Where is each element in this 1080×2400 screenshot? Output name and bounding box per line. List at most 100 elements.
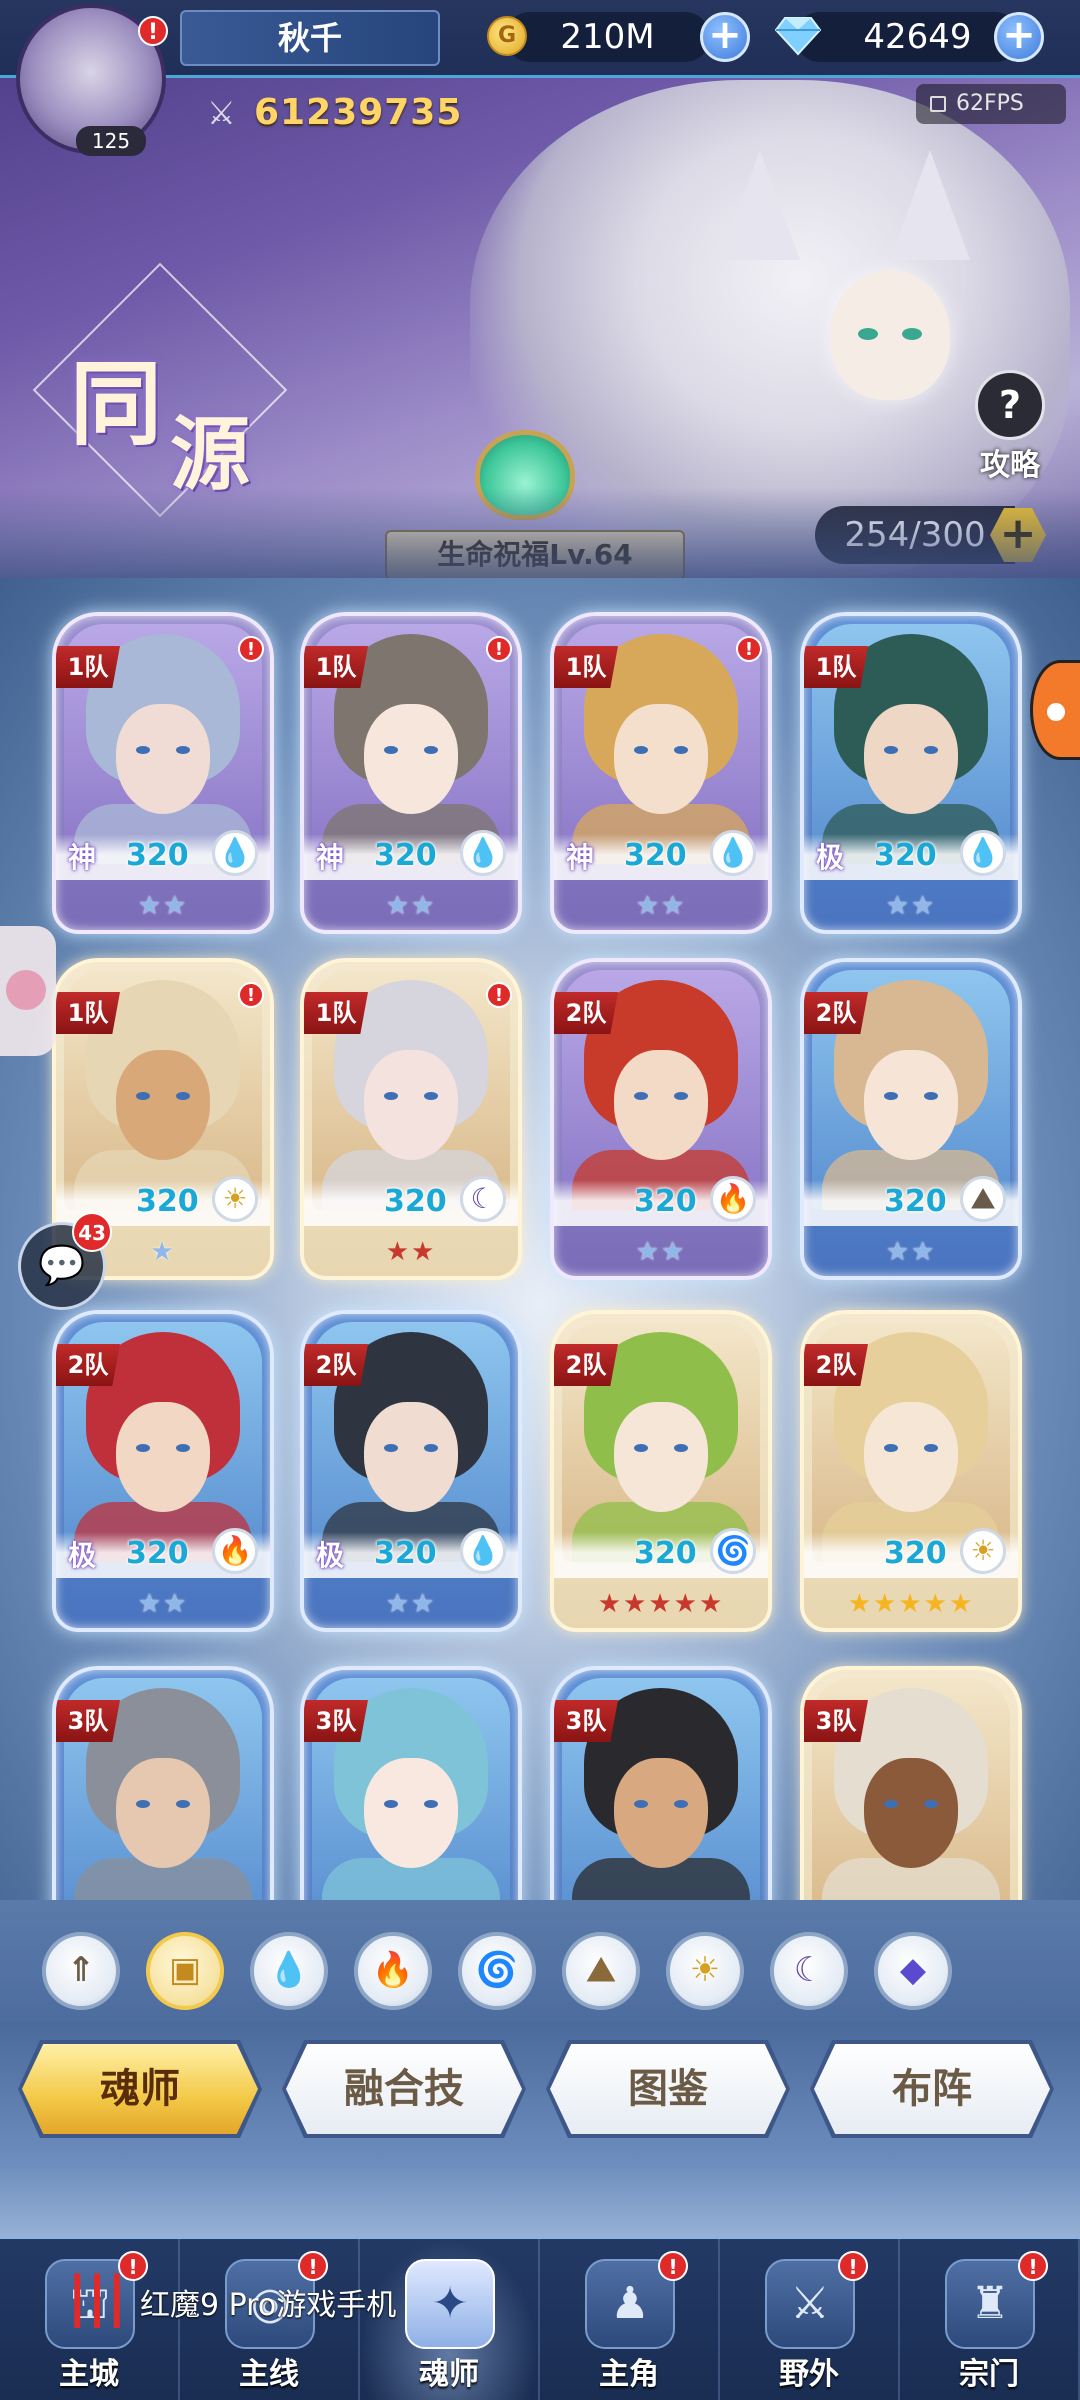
hero-eye xyxy=(424,746,438,754)
hero-card[interactable]: 2队极 320 💧 ★★ xyxy=(300,1310,522,1632)
filter-wind-icon: 🌀 xyxy=(475,1950,519,1990)
team-tag: 2队 xyxy=(804,1344,868,1386)
water-element-icon: 💧 xyxy=(212,830,258,876)
water-element-icon: 💧 xyxy=(710,830,756,876)
hero-eye xyxy=(674,746,688,754)
hero-rank: 神 xyxy=(316,841,345,874)
blessing-level-label[interactable]: 生命祝福Lv.64 xyxy=(385,530,685,578)
filter-fire-button[interactable]: 🔥 xyxy=(354,1932,432,2010)
nav-item-6[interactable]: ♜! 宗门 xyxy=(900,2239,1080,2400)
blessing-emblem[interactable] xyxy=(445,410,605,530)
player-name[interactable]: 秋千 xyxy=(180,10,440,66)
hero-card[interactable]: 2队极 320 🔥 ★★ xyxy=(52,1310,274,1632)
filter-special-button[interactable]: ◆ xyxy=(874,1932,952,2010)
hero-eye xyxy=(176,1444,190,1452)
hero-eye xyxy=(884,746,898,754)
hero-card[interactable]: 1队! 320 ☾ ★★ xyxy=(300,958,522,1280)
hero-stars: ★★ xyxy=(385,1237,437,1267)
expand-capacity-button[interactable]: + xyxy=(990,508,1046,562)
filter-dark-icon: ☾ xyxy=(793,1950,825,1990)
hero-eye xyxy=(674,1800,688,1808)
hero-face xyxy=(116,1050,210,1160)
team-tag: 1队 xyxy=(56,646,120,688)
filter-earth-button[interactable]: ⛰ xyxy=(562,1932,640,2010)
hero-eye xyxy=(674,1444,688,1452)
hero-eye xyxy=(424,1092,438,1100)
hero-stars: ★★ xyxy=(137,891,189,921)
earth-element-icon: ⛰ xyxy=(960,1176,1006,1222)
filter-dark-button[interactable]: ☾ xyxy=(770,1932,848,2010)
tab-2[interactable]: 融合技 xyxy=(286,2044,522,2134)
filter-light-icon: ☀ xyxy=(689,1950,721,1990)
hero-face xyxy=(864,704,958,814)
diamond-amount: 42649 xyxy=(795,12,1020,62)
hero-card[interactable]: 3队 xyxy=(300,1666,522,1900)
team-tag: 1队 xyxy=(554,646,618,688)
hero-face xyxy=(364,1050,458,1160)
hero-card[interactable]: 3队 xyxy=(800,1666,1022,1900)
chat-icon: 💬 xyxy=(38,1243,86,1287)
team-tag: 1队 xyxy=(304,992,368,1034)
hero-card[interactable]: 1队! 神 320 💧 ★★ xyxy=(300,612,522,934)
hero-eye xyxy=(634,1092,648,1100)
fps-value: 62FPS xyxy=(956,91,1024,116)
hero-face xyxy=(116,1402,210,1512)
filter-box-button[interactable]: ▣ xyxy=(146,1932,224,2010)
hero-level: 320 xyxy=(374,1536,437,1571)
nav-item-4[interactable]: ♟! 主角 xyxy=(540,2239,720,2400)
hero-card[interactable]: 2队 320 ⛰ ★★ xyxy=(800,958,1022,1280)
hero-card[interactable]: 1队! 神 320 💧 ★★ xyxy=(52,612,274,934)
hero-eye xyxy=(384,746,398,754)
filter-light-button[interactable]: ☀ xyxy=(666,1932,744,2010)
team-tag: 2队 xyxy=(554,992,618,1034)
hero-face xyxy=(116,704,210,814)
gold-amount: 210M xyxy=(505,12,710,62)
wind-element-icon: 🌀 xyxy=(710,1528,756,1574)
add-gold-button[interactable]: + xyxy=(700,12,750,62)
tab-4[interactable]: 布阵 xyxy=(814,2044,1050,2134)
bilibili-floating-tab[interactable] xyxy=(0,926,56,1056)
filter-water-icon: 💧 xyxy=(267,1950,311,1990)
add-diamond-button[interactable]: + xyxy=(994,12,1044,62)
roster-capacity: 254/300 xyxy=(815,506,1015,564)
nav-alert-badge: ! xyxy=(838,2251,868,2281)
hero-card[interactable]: 2队 320 ☀ ★★★★★ xyxy=(800,1310,1022,1632)
hero-eye xyxy=(424,1800,438,1808)
hero-roster-grid[interactable]: 1队! 神 320 💧 ★★ 1队! 神 320 💧 ★★ 1队! 神 320 💧 ★★ 1队极 320 💧 ★★ 1… xyxy=(0,578,1080,1900)
hero-card[interactable]: 1队极 320 💧 ★★ xyxy=(800,612,1022,934)
guide-button[interactable]: ? 攻略 xyxy=(960,370,1060,483)
hero-rank: 极 xyxy=(816,841,845,874)
hero-ear-left xyxy=(720,150,800,260)
filter-earth-icon: ⛰ xyxy=(586,1950,616,1990)
fire-element-icon: 🔥 xyxy=(710,1176,756,1222)
hero-card[interactable]: 3队 xyxy=(550,1666,772,1900)
hero-card[interactable]: 2队 320 🔥 ★★ xyxy=(550,958,772,1280)
hero-card[interactable]: 1队! 神 320 💧 ★★ xyxy=(550,612,772,934)
hero-face xyxy=(614,1402,708,1512)
tab-1[interactable]: 魂师 xyxy=(22,2044,258,2134)
tab-3[interactable]: 图鉴 xyxy=(550,2044,786,2134)
filter-all-button[interactable]: ⇑ xyxy=(42,1932,120,2010)
hero-eye xyxy=(634,746,648,754)
device-logo-icon: ||| xyxy=(67,2265,127,2328)
hero-eye xyxy=(924,1800,938,1808)
nav-item-5[interactable]: ⚔! 野外 xyxy=(720,2239,900,2400)
hero-card[interactable]: 2队 320 🌀 ★★★★★ xyxy=(550,1310,772,1632)
hero-level: 320 xyxy=(884,1536,947,1571)
filter-water-button[interactable]: 💧 xyxy=(250,1932,328,2010)
team-tag: 3队 xyxy=(554,1700,618,1742)
team-tag: 1队 xyxy=(804,646,868,688)
hero-eye xyxy=(924,1092,938,1100)
hero-stars: ★★ xyxy=(635,1237,687,1267)
card-alert-badge: ! xyxy=(238,982,264,1008)
hero-rank: 极 xyxy=(316,1539,345,1572)
hero-level: 320 xyxy=(634,1536,697,1571)
hero-face xyxy=(614,704,708,814)
hero-face xyxy=(116,1758,210,1868)
dark-element-icon: ☾ xyxy=(460,1176,506,1222)
nav-label: 主线 xyxy=(239,2357,299,2392)
hero-card[interactable]: 3队 xyxy=(52,1666,274,1900)
hero-eye xyxy=(384,1800,398,1808)
filter-wind-button[interactable]: 🌀 xyxy=(458,1932,536,2010)
hero-eye xyxy=(136,1092,150,1100)
